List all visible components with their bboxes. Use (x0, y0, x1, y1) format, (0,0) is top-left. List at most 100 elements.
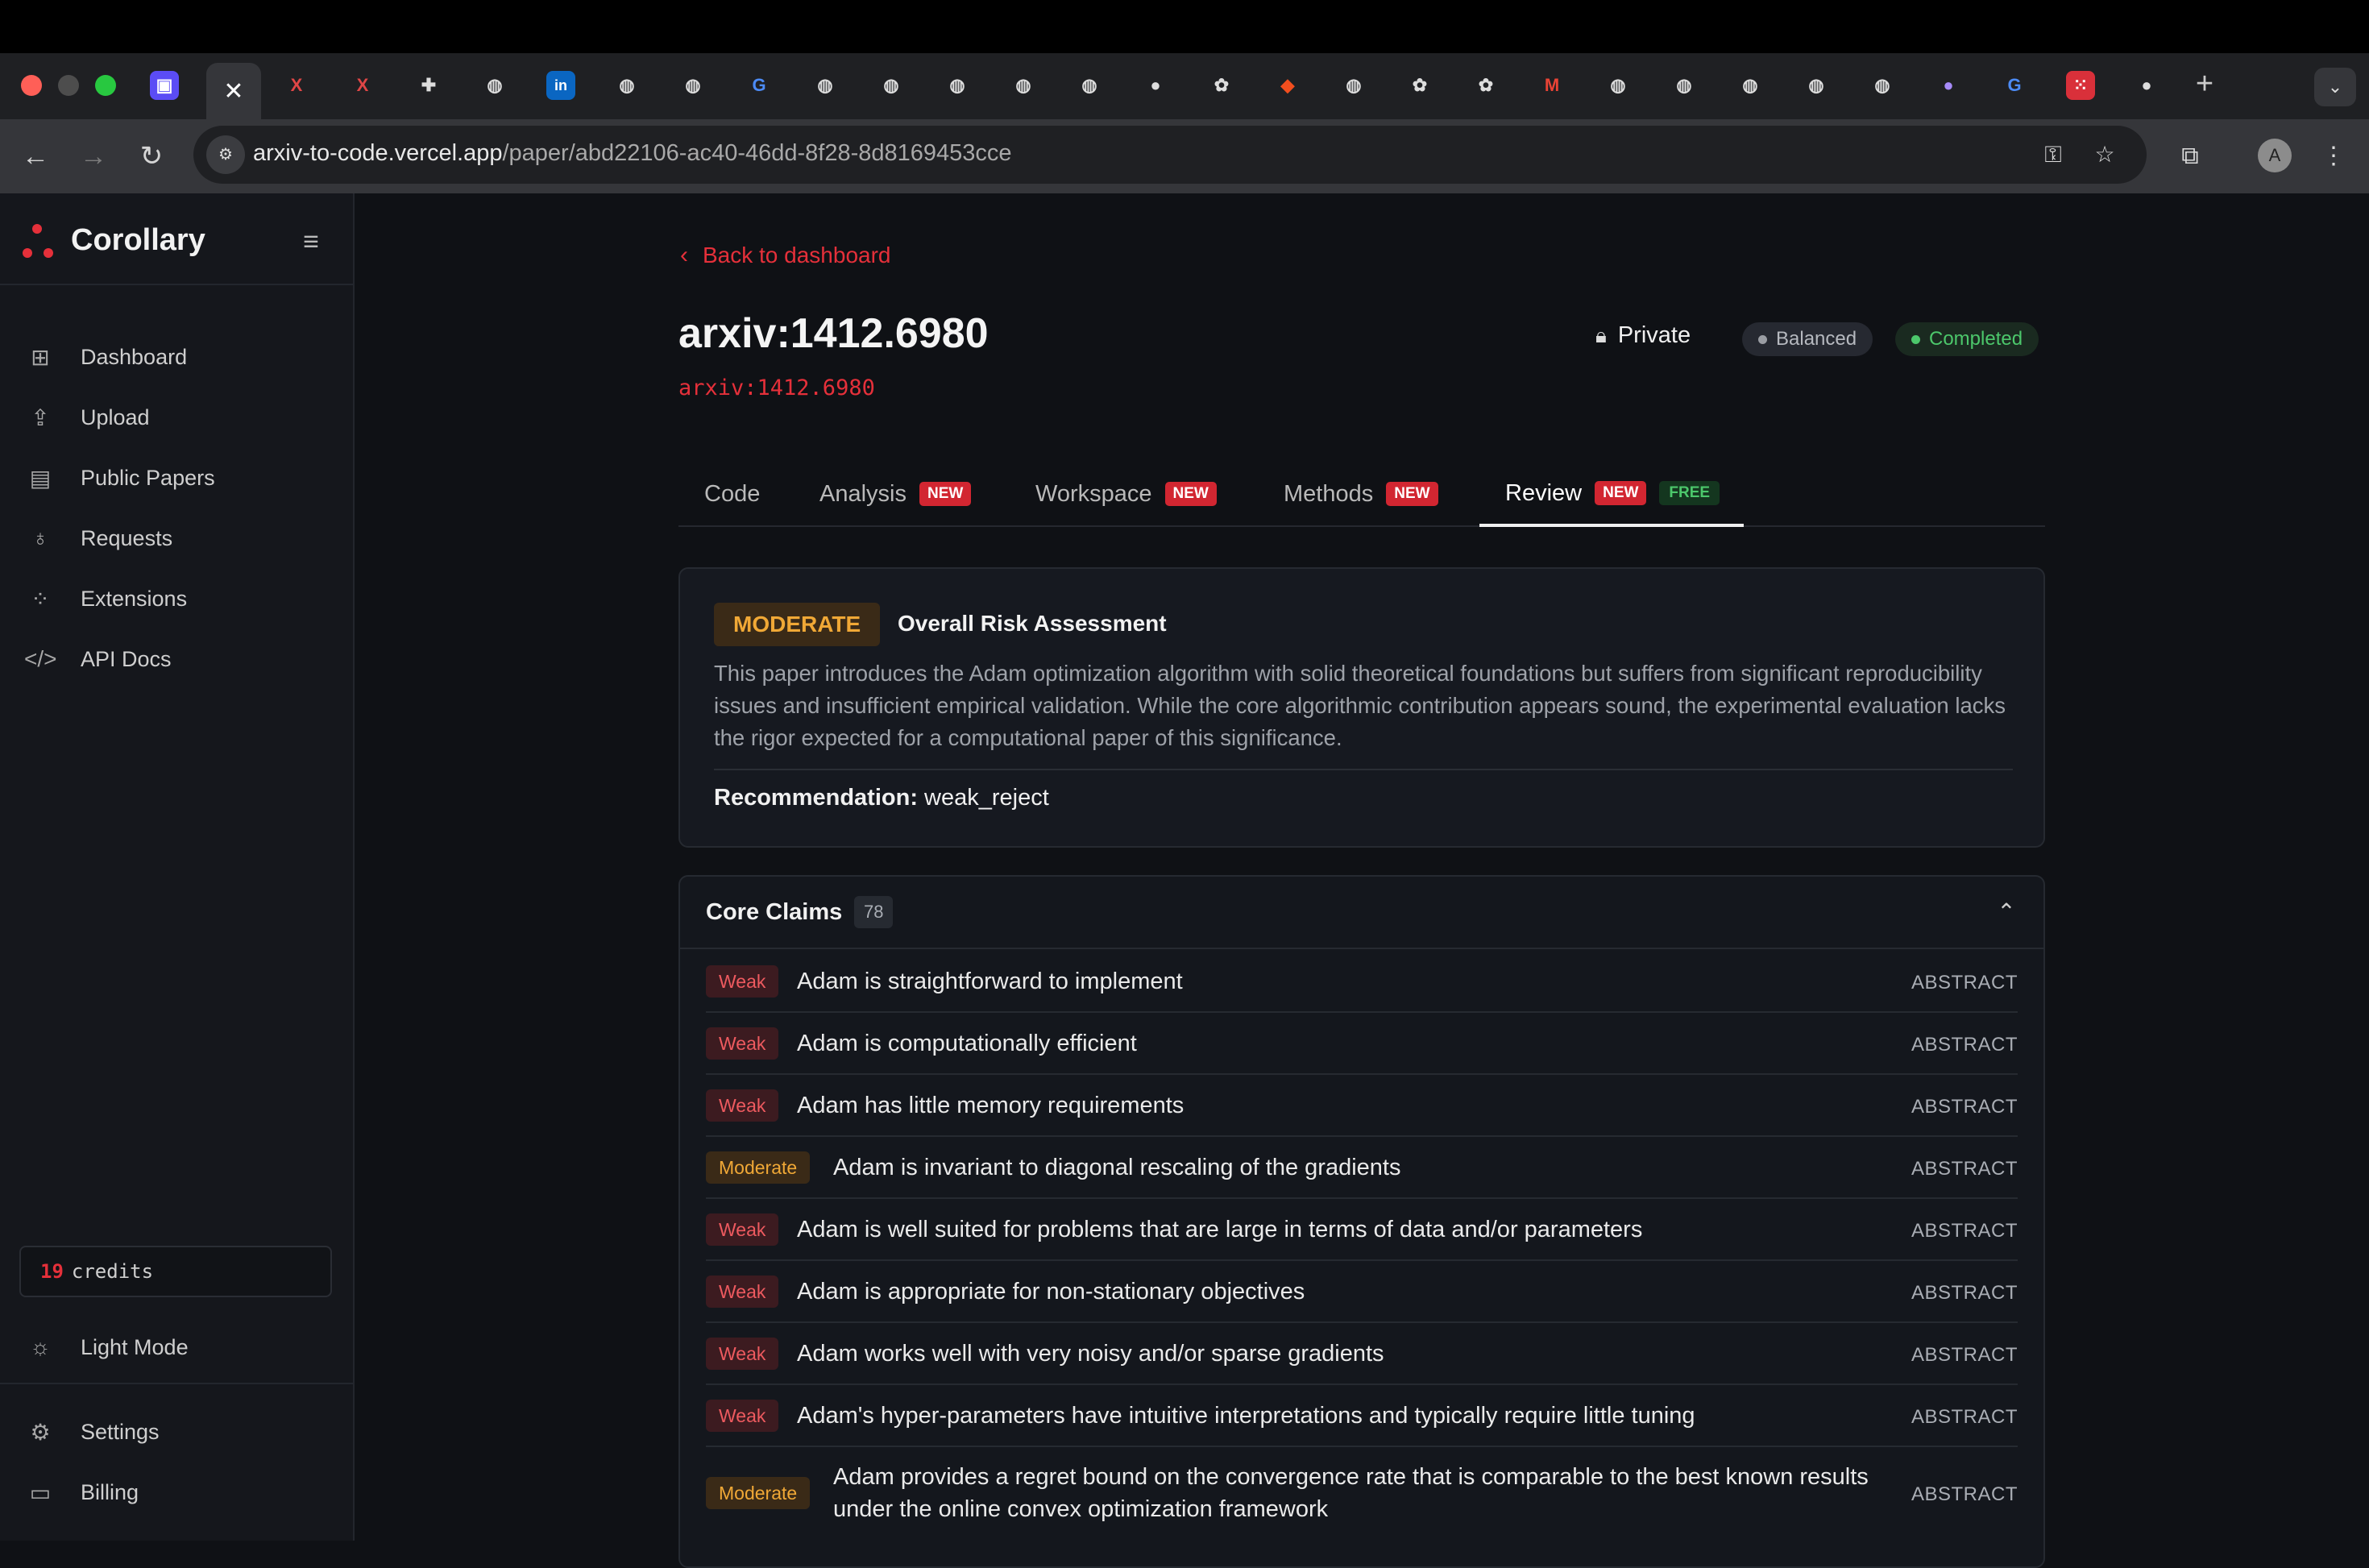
sidebar-item-api-docs[interactable]: </> API Docs (24, 635, 172, 683)
tab-red-app-icon[interactable]: ⁙ (2066, 71, 2095, 100)
forward-arrow-icon[interactable]: → (74, 137, 113, 176)
brand-name: Corollary (71, 222, 205, 257)
claim-row[interactable]: Moderate Adam is invariant to diagonal r… (706, 1137, 2018, 1199)
tab-linkedin-icon[interactable]: in (546, 71, 575, 100)
sidebar-item-settings[interactable]: ⚙ Settings (24, 1408, 159, 1456)
core-claims-panel: Core Claims 78 ⌃ Weak Adam is straightfo… (678, 875, 2045, 1568)
claim-source: ABSTRACT (1911, 1220, 2018, 1242)
new-tab-plus-icon[interactable]: + (2189, 68, 2221, 100)
url-text[interactable]: arxiv-to-code.vercel.app/paper/abd22106-… (253, 140, 1012, 167)
bookmark-star-icon[interactable]: ☆ (2087, 137, 2122, 172)
tab-globe-icon[interactable]: ◍ (811, 71, 840, 100)
window-close-dot[interactable] (21, 75, 42, 96)
sidebar-item-billing[interactable]: ▭ Billing (24, 1468, 139, 1516)
claim-row[interactable]: Weak Adam has little memory requirements… (706, 1075, 2018, 1137)
sidebar-item-label: API Docs (81, 646, 172, 671)
tab-gmail-icon[interactable]: M (1537, 71, 1566, 100)
tab-x-icon[interactable]: X (348, 71, 377, 100)
sidebar-item-extensions[interactable]: ⁘ Extensions (24, 575, 187, 623)
tab-review[interactable]: Review NEW FREE (1479, 463, 1744, 527)
claim-row[interactable]: Weak Adam is computationally efficient A… (706, 1013, 2018, 1075)
claim-row[interactable]: Weak Adam is straightforward to implemen… (706, 951, 2018, 1013)
tab-globe-icon[interactable]: ◍ (480, 71, 509, 100)
new-badge: NEW (1164, 482, 1217, 506)
gear-icon: ⚙ (30, 1419, 51, 1445)
claim-row[interactable]: Weak Adam is well suited for problems th… (706, 1199, 2018, 1261)
claim-source: ABSTRACT (1911, 1158, 2018, 1180)
tab-active-close-icon[interactable]: ✕ (206, 63, 261, 119)
tab-methods[interactable]: Methods NEW (1284, 463, 1438, 525)
grid-icon: ⊞ (31, 344, 50, 370)
tab-purple-round-icon[interactable]: ● (1934, 71, 1963, 100)
tab-globe-icon[interactable]: ◍ (1670, 71, 1699, 100)
tab-openai-icon[interactable]: ✿ (1207, 71, 1236, 100)
tab-code[interactable]: Code (704, 463, 760, 525)
claim-text: Adam is well suited for problems that ar… (797, 1217, 1643, 1242)
tab-globe-icon[interactable]: ◍ (678, 71, 707, 100)
sidebar-item-upload[interactable]: ⇪ Upload (24, 393, 150, 442)
sidebar-item-dashboard[interactable]: ⊞ Dashboard (24, 333, 187, 381)
window-zoom-dot[interactable] (95, 75, 116, 96)
claim-row[interactable]: Weak Adam is appropriate for non-station… (706, 1261, 2018, 1323)
site-settings-icon[interactable]: ⚙ (206, 135, 245, 174)
tab-globe-icon[interactable]: ◍ (1802, 71, 1831, 100)
extensions-icon: ⁘ (31, 586, 50, 612)
tab-globe-icon[interactable]: ◍ (612, 71, 641, 100)
recommendation-label: Recommendation: (714, 785, 918, 811)
risk-title: Overall Risk Assessment (898, 611, 1167, 636)
profile-avatar[interactable]: A (2258, 139, 2292, 172)
brand[interactable]: Corollary (19, 216, 205, 264)
tab-workspace[interactable]: Workspace NEW (1035, 463, 1217, 525)
tab-google-icon[interactable]: G (745, 71, 774, 100)
reload-icon[interactable]: ↻ (132, 137, 171, 176)
status-dot-icon (1911, 335, 1920, 344)
tab-analysis[interactable]: Analysis NEW (819, 463, 972, 525)
tab-globe-icon[interactable]: ◍ (1868, 71, 1897, 100)
credits-counter[interactable]: 19 credits (19, 1246, 332, 1297)
tab-purple-app-icon[interactable]: ▣ (150, 71, 179, 100)
sidebar-item-requests[interactable]: ♁ Requests (24, 514, 173, 562)
tab-x-icon[interactable]: X (282, 71, 311, 100)
tab-google-icon[interactable]: G (2000, 71, 2029, 100)
core-claims-header[interactable]: Core Claims 78 ⌃ (680, 877, 2043, 949)
chevron-up-icon[interactable]: ⌃ (1989, 894, 2024, 930)
light-mode-toggle[interactable]: ☼ Light Mode (24, 1323, 188, 1371)
tab-github-icon[interactable]: ● (1141, 71, 1170, 100)
extensions-puzzle-icon[interactable]: ⧉ (2171, 137, 2209, 176)
tab-globe-icon[interactable]: ◍ (1075, 71, 1104, 100)
sidebar: Corollary ≡ ⊞ Dashboard ⇪ Upload ▤ Publi… (0, 193, 355, 1541)
window-minimize-dot[interactable] (58, 75, 79, 96)
visibility-toggle[interactable]: 🔒︎ Private (1595, 322, 1691, 349)
tab-github-icon[interactable]: ● (2132, 71, 2161, 100)
lightbulb-icon: ♁ (31, 525, 49, 550)
visibility-label: Private (1617, 322, 1691, 348)
back-to-dashboard-link[interactable]: ‹ Back to dashboard (680, 242, 891, 269)
paper-id-link[interactable]: arxiv:1412.6980 (678, 375, 875, 400)
tab-globe-icon[interactable]: ◍ (943, 71, 972, 100)
tab-globe-icon[interactable]: ◍ (1736, 71, 1765, 100)
claim-row[interactable]: Weak Adam works well with very noisy and… (706, 1323, 2018, 1385)
browser-menu-icon[interactable]: ⋮ (2314, 137, 2353, 176)
tab-search-chevron-icon[interactable]: ⌄ (2314, 68, 2356, 106)
password-key-icon[interactable]: ⚿ (2035, 137, 2071, 172)
tab-globe-icon[interactable]: ◍ (877, 71, 906, 100)
claim-strength-badge: Moderate (706, 1151, 811, 1184)
back-arrow-icon[interactable]: ← (16, 137, 55, 176)
claim-row[interactable]: Moderate Adam provides a regret bound on… (706, 1447, 2018, 1541)
tab-puzzle-icon[interactable]: ✚ (414, 71, 443, 100)
address-bar[interactable]: ⚙ arxiv-to-code.vercel.app/paper/abd2210… (193, 126, 2147, 184)
tab-globe-icon[interactable]: ◍ (1009, 71, 1038, 100)
claim-text: Adam is straightforward to implement (797, 969, 1183, 994)
claim-strength-badge: Weak (706, 1400, 779, 1432)
tab-globe-icon[interactable]: ◍ (1339, 71, 1368, 100)
tab-openai-icon[interactable]: ✿ (1405, 71, 1434, 100)
tab-globe-icon[interactable]: ◍ (1604, 71, 1633, 100)
menu-toggle-icon[interactable]: ≡ (295, 226, 327, 258)
tab-openai-icon[interactable]: ✿ (1471, 71, 1500, 100)
sidebar-item-label: Upload (81, 404, 150, 429)
claim-strength-badge: Weak (706, 1089, 779, 1122)
claim-row[interactable]: Weak Adam's hyper-parameters have intuit… (706, 1385, 2018, 1447)
tab-figma-icon[interactable]: ◆ (1273, 71, 1302, 100)
sidebar-item-public-papers[interactable]: ▤ Public Papers (24, 454, 215, 502)
tab-label: Review (1505, 479, 1583, 506)
